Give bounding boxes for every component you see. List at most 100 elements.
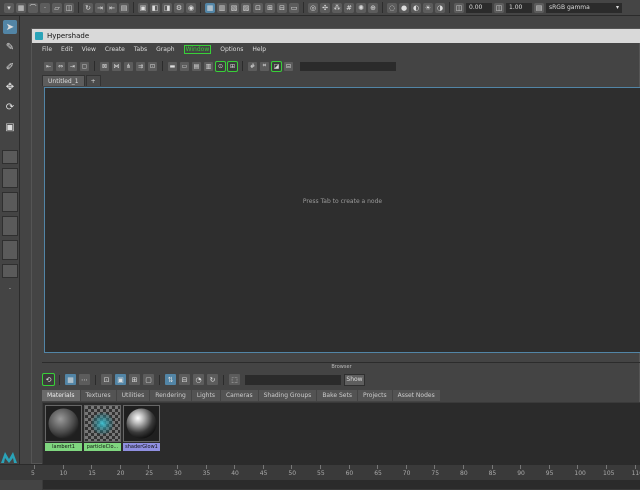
material-swatch-lambert1[interactable]: lambert1 [45, 405, 82, 451]
side-by-side-layout-icon[interactable] [2, 192, 18, 212]
color-management-icon[interactable]: ▤ [534, 2, 544, 13]
render-settings-icon[interactable]: ⚙ [174, 2, 184, 13]
render-frame-icon[interactable]: ◧ [150, 2, 160, 13]
snap-surface-icon[interactable]: ◫ [64, 2, 74, 13]
gamma-icon[interactable]: ◫ [494, 2, 504, 13]
xray-icon[interactable]: ✺ [356, 2, 366, 13]
xlarge-swatch-icon[interactable]: ▢ [143, 374, 154, 385]
full-mode-icon[interactable]: ▤ [192, 61, 201, 71]
move-tool-icon[interactable]: ✥ [3, 80, 17, 94]
attribute-editor-icon[interactable]: ▥ [217, 2, 227, 13]
textured-icon[interactable]: ◐ [411, 2, 421, 13]
browser-search-field[interactable] [245, 374, 341, 385]
menu-tabs[interactable]: Tabs [134, 46, 147, 53]
smooth-shade-icon[interactable]: ● [399, 2, 409, 13]
isolate-select-icon[interactable]: ⊕ [368, 2, 378, 13]
sort-by-name-icon[interactable]: ⇅ [165, 374, 176, 385]
history-icon[interactable]: ↻ [83, 2, 93, 13]
grid-toggle-icon[interactable]: # [344, 2, 354, 13]
select-mode-icon[interactable]: ▾ [4, 2, 14, 13]
connected-mode-icon[interactable]: ▭ [180, 61, 189, 71]
menu-window[interactable]: Window [183, 45, 212, 54]
gamma-field[interactable]: 1.00 [506, 2, 532, 13]
image-plane-icon[interactable]: ✣ [320, 2, 330, 13]
node-graph-area[interactable]: Press Tab to create a node [44, 87, 640, 353]
time-slider[interactable]: 5 10 15 20 25 30 35 40 45 50 55 60 65 70 75 80 85 90 95 100… [0, 464, 640, 480]
tab-utilities[interactable]: Utilities [116, 390, 150, 401]
frame-selected-icon[interactable]: ⊙ [215, 60, 226, 72]
tool-settings-icon[interactable]: ▧ [229, 2, 239, 13]
toggle-swatches-icon[interactable]: ◪ [271, 60, 282, 72]
rotate-tool-icon[interactable]: ⟳ [3, 100, 17, 114]
tab-lights[interactable]: Lights [191, 390, 220, 401]
input-output-connections-icon[interactable]: ⇔ [56, 61, 65, 71]
custom-mode-icon[interactable]: ▥ [204, 61, 213, 71]
graph-materials-icon[interactable]: ⊡ [148, 61, 157, 71]
large-swatch-icon[interactable]: ⊞ [129, 374, 140, 385]
menu-file[interactable]: File [42, 46, 52, 53]
input-ops-icon[interactable]: ⇥ [95, 2, 105, 13]
channel-box-icon[interactable]: ▨ [241, 2, 251, 13]
tab-asset-nodes[interactable]: Asset Nodes [392, 390, 440, 401]
exposure-field[interactable]: 0.00 [466, 2, 492, 13]
menu-view[interactable]: View [82, 46, 96, 53]
sort-by-time-icon[interactable]: ◔ [193, 374, 204, 385]
wireframe-icon[interactable]: ◌ [387, 2, 397, 13]
browser-list-view-icon[interactable]: ⋯ [79, 374, 90, 385]
clear-graph-icon[interactable]: ▢ [80, 61, 89, 71]
tab-materials[interactable]: Materials [42, 390, 80, 401]
hypershade-title-bar[interactable]: Hypershade [32, 29, 640, 43]
graph-network-icon[interactable]: ⋔ [124, 61, 133, 71]
render-view-icon[interactable]: ▣ [138, 2, 148, 13]
tab-untitled-1[interactable]: Untitled_1 [42, 75, 85, 86]
outliner-layout-icon[interactable] [2, 264, 18, 278]
material-swatch-particlecloud[interactable]: particleClo... [84, 405, 121, 451]
snap-grid-icon[interactable]: ▦ [16, 2, 26, 13]
camera-icon[interactable]: ◎ [308, 2, 318, 13]
tab-cameras[interactable]: Cameras [220, 390, 258, 401]
browser-filter-icon[interactable]: ⬚ [229, 374, 240, 385]
snap-curve-icon[interactable]: ⌒ [28, 2, 38, 13]
material-swatch-shaderglow1[interactable]: shaderGlow1 [123, 405, 160, 451]
tab-textures[interactable]: Textures [80, 390, 116, 401]
menu-options[interactable]: Options [220, 46, 243, 53]
output-connections-icon[interactable]: ⇥ [68, 61, 77, 71]
four-pane-layout-icon[interactable] [2, 168, 18, 188]
menu-help[interactable]: Help [252, 46, 266, 53]
lasso-tool-icon[interactable]: ✎ [3, 40, 17, 54]
add-tab-button[interactable]: + [85, 75, 101, 86]
frame-all-icon[interactable]: ⊞ [227, 60, 238, 72]
tab-projects[interactable]: Projects [357, 390, 392, 401]
remove-selected-icon[interactable]: ⋈ [112, 61, 121, 71]
menu-create[interactable]: Create [105, 46, 125, 53]
add-selected-icon[interactable]: ⊠ [100, 61, 109, 71]
graph-bookmark-icon[interactable]: ⊟ [284, 61, 293, 71]
color-space-dropdown[interactable]: sRGB gamma ▾ [546, 2, 622, 13]
persp-graph-layout-icon[interactable] [2, 240, 18, 260]
sort-by-type-icon[interactable]: ⊟ [179, 374, 190, 385]
ipr-render-icon[interactable]: ◨ [162, 2, 172, 13]
graph-search-field[interactable] [300, 61, 396, 71]
menu-graph[interactable]: Graph [156, 46, 174, 53]
grid-toggle-icon[interactable]: # [248, 61, 257, 71]
input-connections-icon[interactable]: ⇤ [44, 61, 53, 71]
browser-panel-header[interactable]: Browser [42, 362, 640, 371]
shadows-icon[interactable]: ◑ [435, 2, 445, 13]
rearrange-graph-icon[interactable]: ⇉ [136, 61, 145, 71]
scale-tool-icon[interactable]: ▣ [3, 120, 17, 134]
tab-rendering[interactable]: Rendering [150, 390, 191, 401]
medium-swatch-icon[interactable]: ▣ [115, 374, 126, 385]
pin-icon[interactable]: ⊞ [265, 2, 275, 13]
lock-icon[interactable]: ⊟ [277, 2, 287, 13]
bookmark-icon[interactable]: ⁂ [332, 2, 342, 13]
frame-icon[interactable]: ⊡ [253, 2, 263, 13]
browser-icons-view-icon[interactable]: ▦ [65, 374, 76, 385]
layout-icon[interactable]: ▭ [289, 2, 299, 13]
paint-select-tool-icon[interactable]: ✐ [3, 60, 17, 74]
simple-mode-icon[interactable]: ▬ [168, 61, 177, 71]
small-swatch-icon[interactable]: ⊡ [101, 374, 112, 385]
output-ops-icon[interactable]: ⇤ [107, 2, 117, 13]
show-button[interactable]: Show [344, 373, 365, 386]
menu-edit[interactable]: Edit [61, 46, 73, 53]
tab-shading-groups[interactable]: Shading Groups [258, 390, 317, 401]
